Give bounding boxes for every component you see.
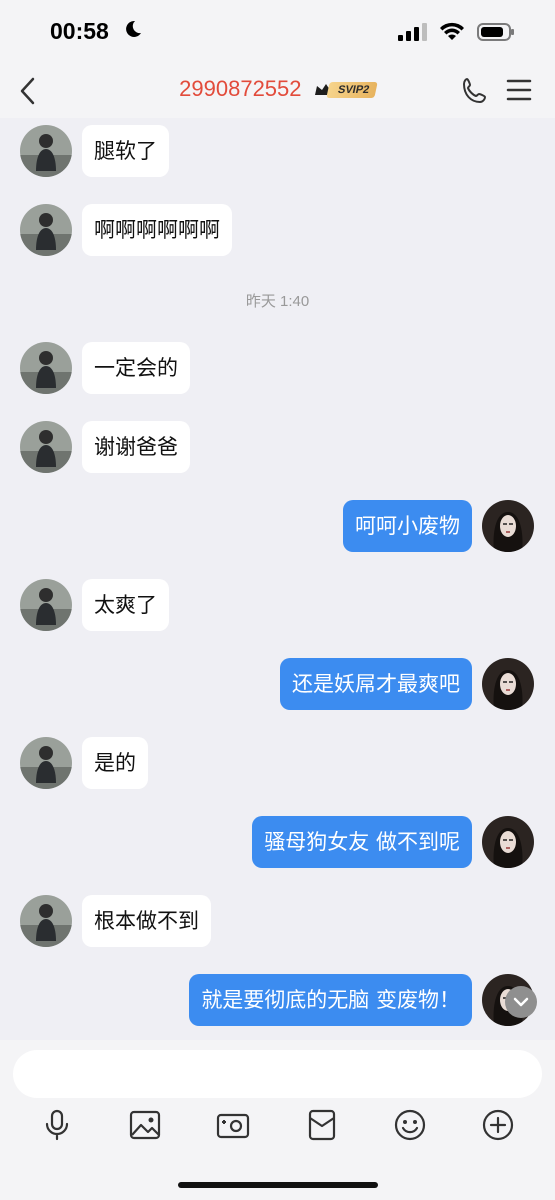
user-avatar[interactable] xyxy=(482,816,534,868)
contact-avatar[interactable] xyxy=(20,342,72,394)
plus-icon[interactable] xyxy=(481,1108,515,1142)
battery-icon xyxy=(477,22,515,46)
user-avatar[interactable] xyxy=(482,658,534,710)
message-bubble-sent[interactable]: 骚母狗女友 做不到呢 xyxy=(252,816,472,868)
red-packet-icon[interactable] xyxy=(305,1108,339,1142)
contact-avatar[interactable] xyxy=(20,125,72,177)
image-icon[interactable] xyxy=(128,1108,162,1142)
contact-avatar[interactable] xyxy=(20,204,72,256)
svip-label: SVIP2 xyxy=(325,82,378,99)
message-timestamp: 昨天 1:40 xyxy=(245,293,310,310)
message-bubble-received[interactable]: 是的 xyxy=(82,737,148,789)
wifi-icon xyxy=(439,22,465,46)
status-bar: 00:58 xyxy=(0,0,555,64)
message-bubble-sent[interactable]: 就是要彻底的无脑 变废物！ xyxy=(189,974,472,1026)
input-bar xyxy=(0,1040,555,1200)
scroll-to-bottom-button[interactable] xyxy=(505,986,537,1018)
emoji-icon[interactable] xyxy=(393,1108,427,1142)
camera-icon[interactable] xyxy=(216,1108,250,1142)
phone-call-icon[interactable] xyxy=(460,76,490,110)
contact-avatar[interactable] xyxy=(20,895,72,947)
message-bubble-sent[interactable]: 还是妖屌才最爽吧 xyxy=(280,658,472,710)
chat-message-list[interactable]: 腿软了 啊啊啊啊啊啊 昨天 1:40 一定会的 谢谢爸爸 呵呵小废物 太爽了 还… xyxy=(0,118,555,1040)
chevron-down-icon xyxy=(513,997,529,1007)
moon-icon xyxy=(121,18,143,44)
contact-avatar[interactable] xyxy=(20,579,72,631)
status-time: 00:58 xyxy=(50,18,109,44)
contact-avatar[interactable] xyxy=(20,421,72,473)
message-input[interactable] xyxy=(13,1050,542,1098)
message-bubble-received[interactable]: 啊啊啊啊啊啊 xyxy=(82,204,232,256)
message-bubble-received[interactable]: 太爽了 xyxy=(82,579,169,631)
message-bubble-received[interactable]: 腿软了 xyxy=(82,125,169,177)
svip-badge: SVIP2 xyxy=(314,82,378,99)
chat-header: 2990872552 SVIP2 xyxy=(0,64,555,118)
contact-avatar[interactable] xyxy=(20,737,72,789)
microphone-icon[interactable] xyxy=(40,1108,74,1142)
signal-icon xyxy=(397,22,427,46)
message-bubble-received[interactable]: 根本做不到 xyxy=(82,895,211,947)
message-bubble-sent[interactable]: 呵呵小废物 xyxy=(343,500,472,552)
message-bubble-received[interactable]: 谢谢爸爸 xyxy=(82,421,190,473)
home-indicator xyxy=(178,1182,378,1188)
contact-number: 2990872552 xyxy=(179,76,302,101)
message-bubble-received[interactable]: 一定会的 xyxy=(82,342,190,394)
user-avatar[interactable] xyxy=(482,500,534,552)
menu-icon[interactable] xyxy=(506,78,532,106)
